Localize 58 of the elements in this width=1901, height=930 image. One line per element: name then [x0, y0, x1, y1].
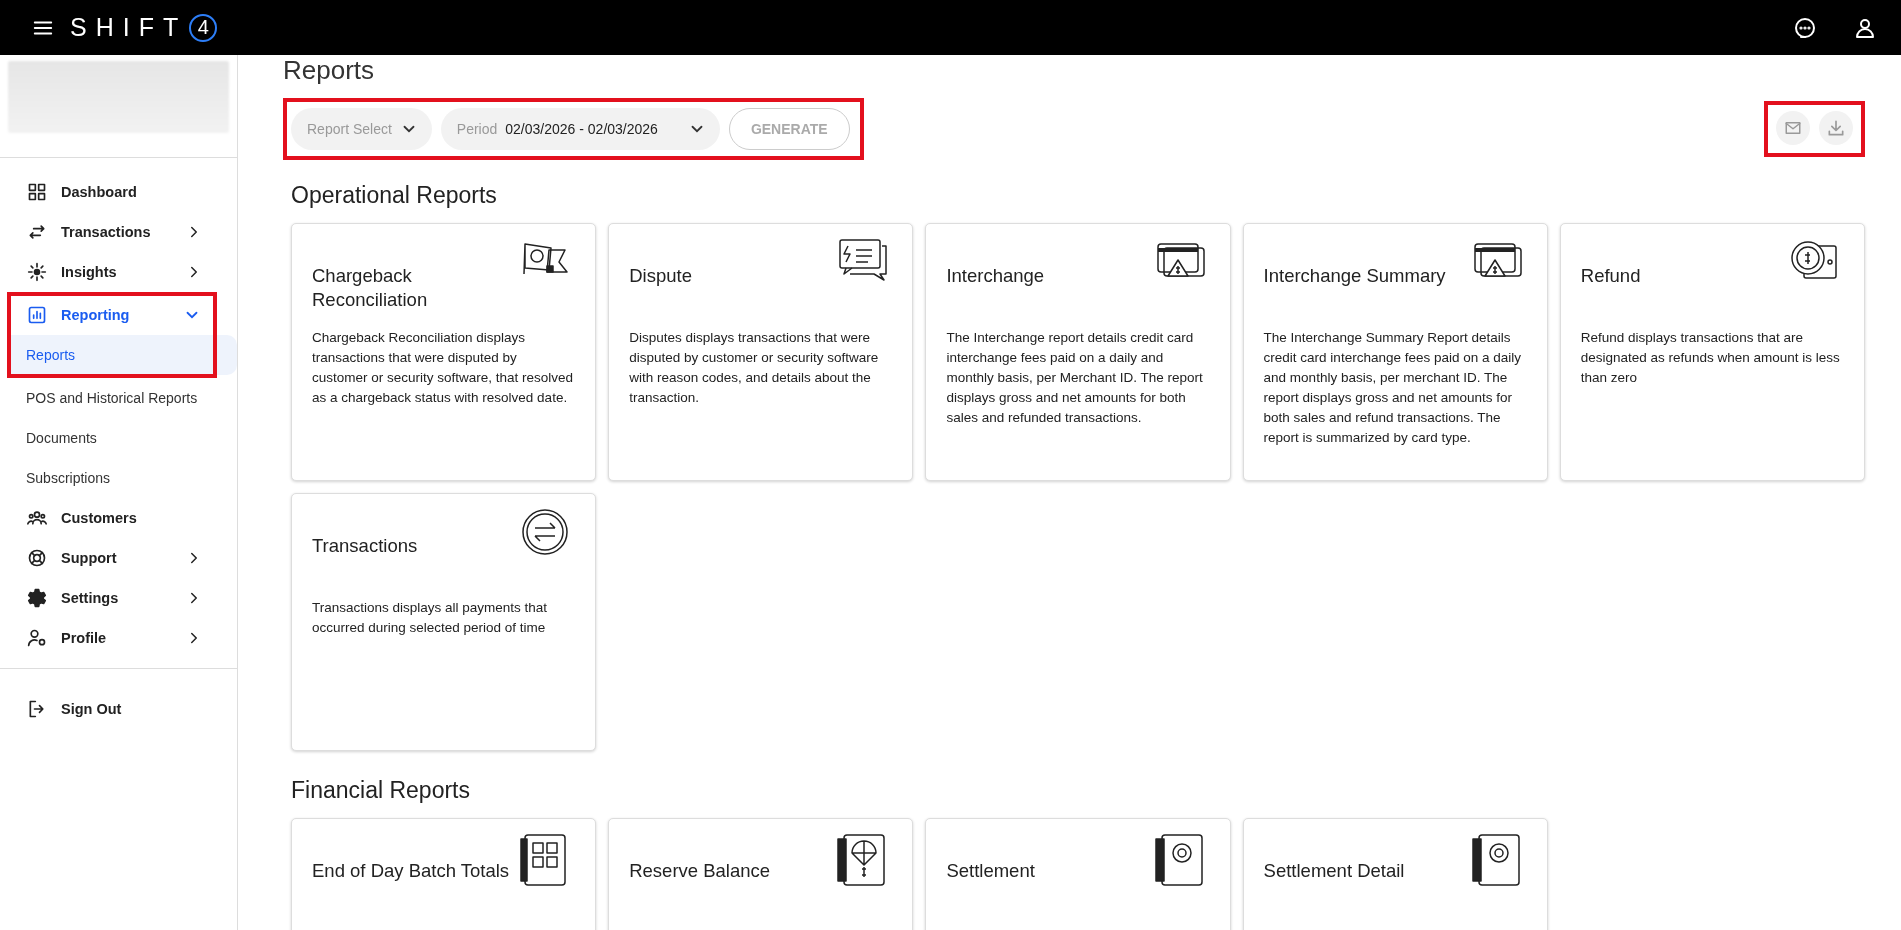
- page-title: Reports: [283, 55, 376, 85]
- nav-item[interactable]: Insights: [0, 252, 237, 292]
- nav-subitem[interactable]: Documents: [0, 418, 237, 458]
- chat-button[interactable]: [1793, 15, 1817, 40]
- report-title: Settlement: [946, 859, 1035, 883]
- dashboard-icon: [27, 182, 47, 202]
- nav-item[interactable]: Settings: [0, 578, 237, 618]
- report-title: Transactions: [312, 534, 418, 558]
- sparkle-icon: [27, 262, 47, 282]
- settings-icon: [27, 588, 47, 608]
- profile-icon: [27, 628, 47, 648]
- report-card[interactable]: Reserve Balance: [608, 818, 914, 930]
- report-description: The Interchange report details credit card interchange fees paid on a daily and monthly basis, per Merchant ID. The report displays gross and net amounts for both sales and refunded transactions.: [946, 329, 1204, 427]
- nav-item[interactable]: Support: [0, 538, 237, 578]
- report-description: The Interchange Summary Report details credit card interchange fees paid on a daily and monthly basis, per merchant ID. The report displays gross and net amounts for both sales and refund transactions. The report is summarized by card type.: [1263, 329, 1522, 447]
- report-title: Interchange Summary: [1263, 264, 1446, 288]
- chat-icon: [1793, 15, 1817, 40]
- sign-out-button[interactable]: Sign Out: [0, 689, 237, 729]
- arrows-icon: [27, 222, 47, 242]
- report-description: Chargeback Reconciliation displays transactions that were disputed by customer or security software, that resolved as a chargeback status with resolved date.: [312, 329, 575, 407]
- chart-icon: [27, 305, 47, 325]
- nav-item[interactable]: Profile: [0, 618, 237, 658]
- section-title: Financial Reports: [291, 777, 471, 804]
- nav-subitem[interactable]: POS and Historical Reports: [0, 378, 237, 418]
- report-card[interactable]: Settlement Detail: [1242, 818, 1548, 930]
- report-card[interactable]: Chargeback Reconciliation Chargeback Reconciliation displays transactions that were disputed by customer or security software, that resolved as a chargeback status with resolved date.: [291, 223, 597, 481]
- report-card[interactable]: Settlement: [925, 818, 1231, 930]
- report-title: Refund: [1580, 264, 1641, 288]
- email-button[interactable]: [1776, 111, 1810, 145]
- report-card[interactable]: [1242, 223, 1548, 481]
- report-title: Dispute: [629, 264, 692, 288]
- people-icon: [27, 508, 47, 528]
- report-title: End of Day Batch Totals: [312, 859, 510, 883]
- nav-item[interactable]: Reporting: [11, 295, 213, 335]
- logo: SHIFT 4: [70, 13, 218, 42]
- nav-item[interactable]: Customers: [0, 498, 237, 538]
- mail-icon: [1784, 119, 1802, 137]
- nav-subitem[interactable]: Subscriptions: [0, 458, 237, 498]
- report-title: Settlement Detail: [1263, 859, 1405, 883]
- report-description: Disputes displays transactions that were disputed by customer or security software with reason codes, and details about the transaction.: [629, 329, 880, 407]
- report-card[interactable]: Dispute Disputes displays transactions that were disputed by customer or security software with reason codes, and details about the transaction.: [608, 223, 914, 481]
- download-button[interactable]: [1819, 111, 1853, 145]
- report-title: Chargeback Reconciliation: [312, 264, 429, 312]
- report-card[interactable]: End of Day Batch Totals: [291, 818, 597, 930]
- nav-subitem[interactable]: Reports: [11, 335, 237, 375]
- report-card[interactable]: Transactions Transactions displays all payments that occurred during selected period of time: [291, 493, 597, 751]
- nav-item[interactable]: Dashboard: [0, 172, 237, 212]
- section-title: Operational Reports: [291, 182, 498, 209]
- report-description: Transactions displays all payments that occurred during selected period of time: [312, 599, 549, 637]
- period-dropdown[interactable]: Period 02/03/2026 - 02/03/2026: [440, 108, 720, 150]
- report-description: Refund displays transactions that are designated as refunds when amount is less than zero: [1580, 329, 1841, 387]
- nav-item[interactable]: Transactions: [0, 212, 237, 252]
- report-card[interactable]: [925, 223, 1231, 481]
- report-title: Interchange: [946, 264, 1045, 288]
- lifebuoy-icon: [27, 548, 47, 568]
- report-title: Reserve Balance: [629, 859, 771, 883]
- report-card[interactable]: Refund Refund displays transactions that are designated as refunds when amount is less than zero: [1559, 223, 1865, 481]
- download-icon: [1826, 118, 1846, 138]
